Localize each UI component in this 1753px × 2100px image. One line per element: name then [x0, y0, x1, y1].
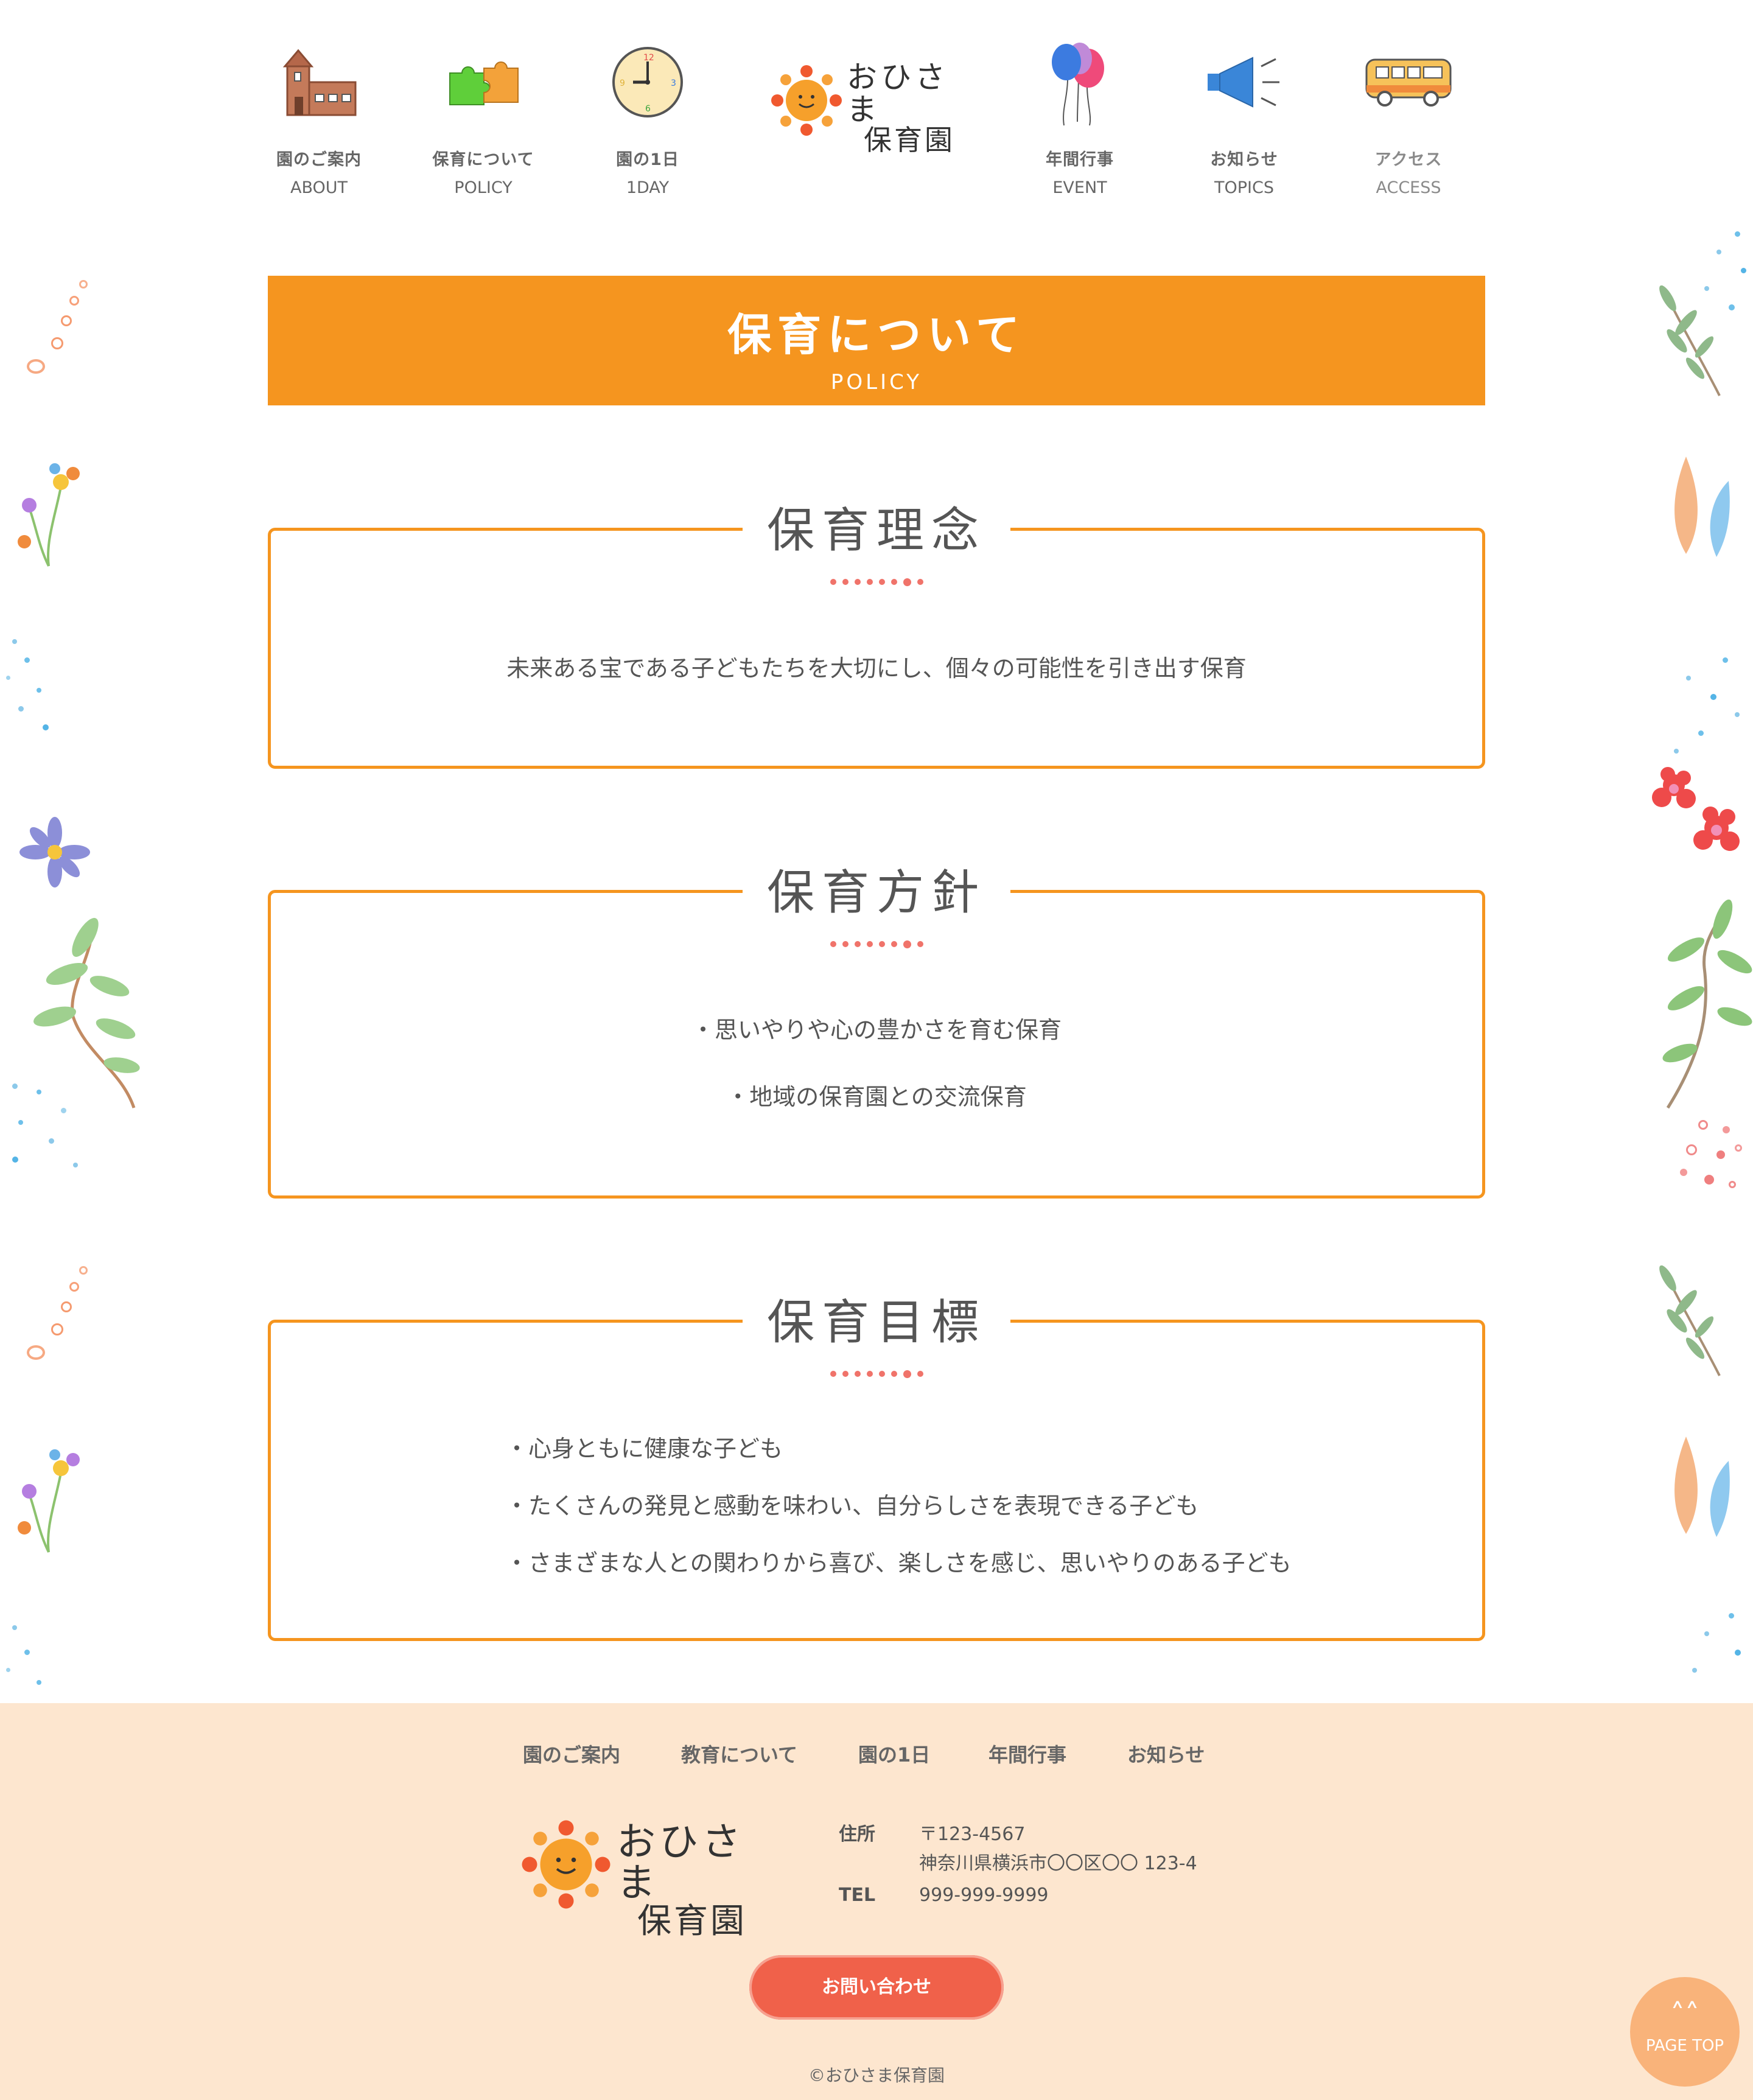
- address-text: 神奈川県横浜市〇〇区〇〇 123-4: [919, 1853, 1197, 1874]
- bus-icon: [1335, 37, 1482, 128]
- svg-text:6: 6: [645, 104, 651, 114]
- decoration-leaf-branch-left: [33, 918, 140, 1108]
- section-heading: 保育理念: [742, 497, 1011, 586]
- section-dots-divider: [767, 1370, 986, 1378]
- page-title: 保育について: [727, 309, 1026, 360]
- nav-label-en: 1DAY: [626, 178, 670, 197]
- decoration-dots-orange-left-2: [18, 1260, 91, 1363]
- page-title-banner: 保育について POLICY: [268, 276, 1485, 405]
- decoration-purple-flower-left: [19, 817, 90, 887]
- footer-nav-about[interactable]: 園のご案内: [523, 1740, 620, 1768]
- page-top-button[interactable]: ˄˄ PAGE TOP: [1630, 1977, 1740, 2087]
- decoration-red-flowers-right: [1652, 767, 1740, 851]
- decoration-dots-blue-left-3: [0, 1619, 61, 1698]
- footer-nav-education[interactable]: 教育について: [681, 1740, 797, 1768]
- clock-icon: 12 3 6 9: [575, 37, 721, 128]
- page-top-label: PAGE TOP: [1645, 2037, 1724, 2055]
- section-philosophy: 保育理念 未来ある宝である子どもたちを大切にし、個々の可能性を引き出す保育: [268, 497, 1485, 769]
- site-footer: 園のご案内 教育について 園の1日 年間行事 お知らせ おひさま 保育園 住所 …: [0, 1703, 1753, 2100]
- footer-nav-topics[interactable]: お知らせ: [1127, 1740, 1205, 1768]
- logo-text: おひさま 保育園: [617, 1822, 776, 1940]
- logo-text: おひさま 保育園: [847, 61, 965, 155]
- footer-nav-event[interactable]: 年間行事: [988, 1740, 1066, 1768]
- decoration-dots-blue-right-2: [1662, 651, 1753, 761]
- nav-label-en: ABOUT: [290, 178, 348, 197]
- list-item: ・たくさんの発見と感動を味わい、自分らしさを表現できる子ども: [505, 1493, 1199, 1519]
- postal-code: 〒123-4567: [919, 1824, 1026, 1845]
- nav-label-en: EVENT: [1052, 178, 1107, 197]
- svg-text:12: 12: [643, 53, 654, 63]
- puzzle-icon: [410, 37, 556, 128]
- section-dots-divider: [767, 578, 986, 586]
- logo-line-1: おひさま: [617, 1820, 744, 1906]
- nav-item-access[interactable]: アクセス ACCESS: [1335, 37, 1482, 197]
- page-subtitle: POLICY: [830, 370, 923, 394]
- nav-label-jp: アクセス: [1374, 150, 1443, 169]
- nav-label-en: POLICY: [454, 178, 513, 197]
- contact-button[interactable]: お問い合わせ: [749, 1955, 1004, 2020]
- double-chevron-up-icon: ˄˄: [1670, 1998, 1699, 2032]
- decoration-flames-right: [1674, 457, 1730, 557]
- decoration-dots-blue-left: [0, 633, 61, 743]
- nav-item-about[interactable]: 園のご案内 ABOUT: [246, 37, 392, 197]
- footer-nav-1day[interactable]: 園の1日: [858, 1740, 930, 1768]
- footer-logo[interactable]: おひさま 保育園: [520, 1819, 776, 1939]
- list-item: ・さまざまな人との関わりから喜び、楽しさを感じ、思いやりのある子ども: [505, 1550, 1292, 1577]
- section-dots-divider: [767, 940, 986, 948]
- site-logo[interactable]: おひさま 保育園: [770, 58, 965, 155]
- section-heading: 保育方針: [742, 859, 1011, 948]
- nav-item-policy[interactable]: 保育について POLICY: [410, 37, 556, 197]
- decoration-dots-orange-top-left: [18, 274, 91, 377]
- copyright: ©おひさま保育園: [808, 2065, 945, 2085]
- tel-number: 999-999-9999: [919, 1885, 1049, 1906]
- list-item: ・心身ともに健康な子ども: [505, 1435, 783, 1462]
- address-label: 住所: [839, 1824, 875, 1845]
- sun-icon: [522, 1820, 611, 1909]
- section-title: 保育方針: [766, 866, 987, 920]
- megaphone-icon: [1171, 37, 1317, 128]
- decoration-flowers-top-left: [18, 463, 80, 567]
- nav-label-jp: 年間行事: [1046, 150, 1114, 169]
- building-icon: [246, 37, 392, 128]
- decoration-dots-blue-left-2: [0, 1071, 91, 1181]
- logo-line-2: 保育園: [864, 124, 955, 156]
- nav-item-topics[interactable]: お知らせ TOPICS: [1171, 37, 1317, 197]
- svg-text:9: 9: [620, 79, 625, 88]
- decoration-flowers-left-2: [18, 1449, 80, 1553]
- tel-label: TEL: [839, 1885, 876, 1906]
- logo-line-1: おひさま: [847, 60, 949, 127]
- decoration-branch-right-2: [1659, 1265, 1721, 1376]
- section-policy: 保育方針 ・思いやりや心の豊かさを育む保育 ・地域の保育園との交流保育: [268, 859, 1485, 1199]
- svg-text:3: 3: [671, 79, 676, 88]
- nav-label-jp: 園の1日: [616, 150, 679, 169]
- list-item: ・地域の保育園との交流保育: [726, 1083, 1027, 1110]
- site-header: 園のご案内 ABOUT 保育について POLICY 12 3 6 9 園の1日 …: [0, 0, 1753, 243]
- nav-label-en: ACCESS: [1376, 178, 1441, 197]
- nav-label-jp: 園のご案内: [276, 150, 362, 169]
- decoration-leaf-branch-right: [1662, 899, 1752, 1109]
- section-heading: 保育目標: [742, 1289, 1011, 1378]
- nav-label-en: TOPICS: [1214, 178, 1274, 197]
- decoration-dots-blue-right-3: [1668, 1607, 1753, 1698]
- section-title: 保育目標: [766, 1295, 987, 1350]
- decoration-flames-right-2: [1674, 1437, 1730, 1537]
- nav-label-jp: 保育について: [432, 150, 534, 169]
- section-text: 未来ある宝である子どもたちを大切にし、個々の可能性を引き出す保育: [506, 655, 1247, 682]
- decoration-branch-top-right: [1659, 285, 1721, 396]
- nav-item-1day[interactable]: 12 3 6 9 園の1日 1DAY: [575, 37, 721, 197]
- list-item: ・思いやりや心の豊かさを育む保育: [691, 1017, 1062, 1043]
- section-goals: 保育目標 ・心身ともに健康な子ども ・たくさんの発見と感動を味わい、自分らしさを…: [268, 1289, 1485, 1641]
- balloons-icon: [1007, 37, 1153, 128]
- nav-item-event[interactable]: 年間行事 EVENT: [1007, 37, 1153, 197]
- nav-label-jp: お知らせ: [1210, 150, 1278, 169]
- decoration-dots-pink-right: [1674, 1114, 1753, 1205]
- section-title: 保育理念: [766, 503, 987, 558]
- logo-line-2: 保育園: [637, 1902, 747, 1942]
- sun-icon: [771, 65, 842, 136]
